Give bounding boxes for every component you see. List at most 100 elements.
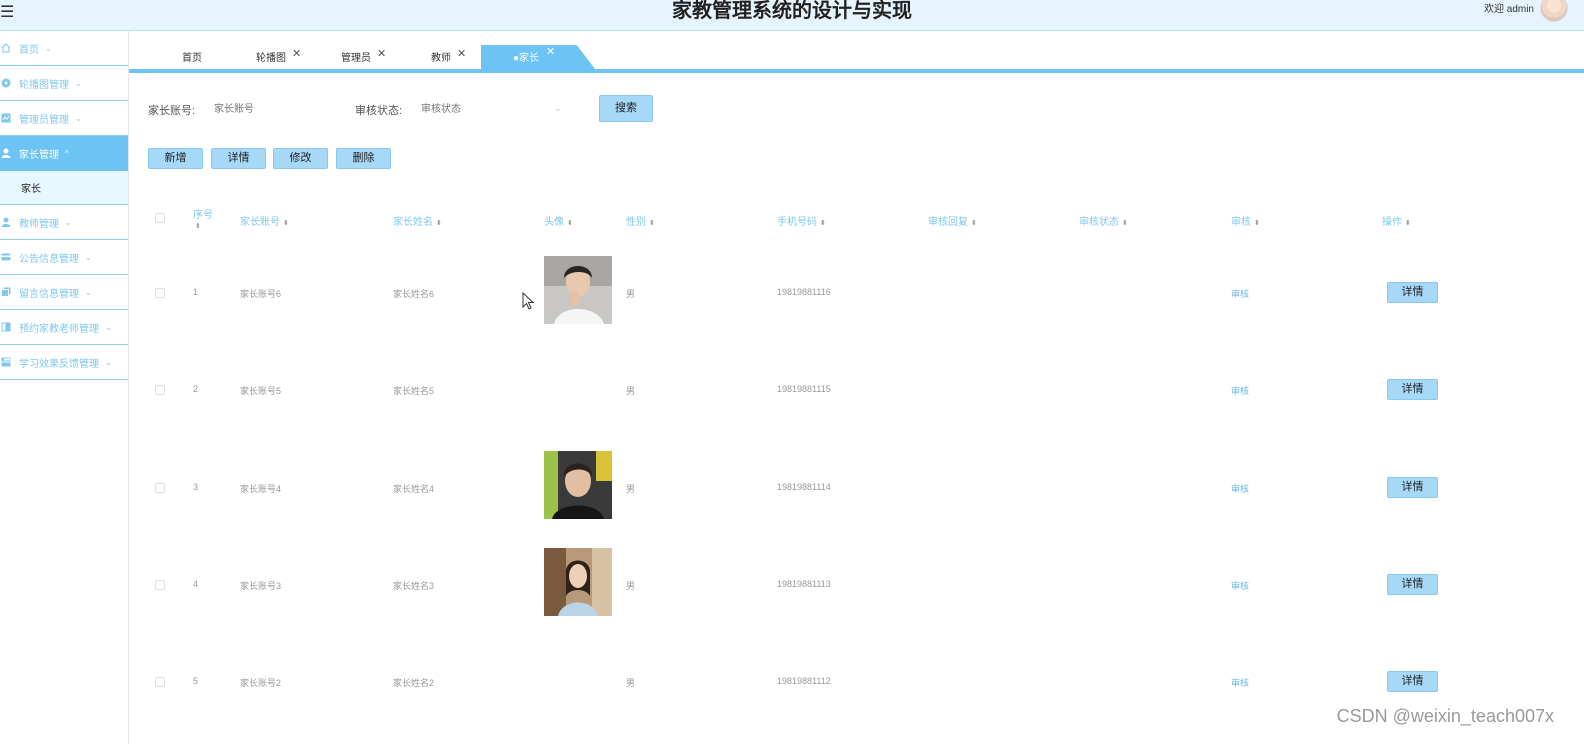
row-checkbox[interactable] [155, 677, 165, 687]
sidebar-item-parent[interactable]: 家长管理 ^ [0, 136, 128, 171]
tabs-bar: 首页 轮播图 ✕ 管理员 ✕ 教师 ✕ ●家长 ✕ [129, 31, 1584, 73]
row-checkbox[interactable] [155, 385, 165, 395]
sidebar-item-admin[interactable]: 管理员管理 ⌄ [0, 101, 128, 136]
detail-button[interactable]: 详情 [211, 148, 266, 169]
search-button[interactable]: 搜索 [599, 95, 653, 122]
list-icon [1, 357, 11, 367]
sidebar-item-carousel[interactable]: 轮播图管理 ⌄ [0, 66, 128, 101]
user-icon [1, 148, 11, 158]
sidebar-item-message[interactable]: 留言信息管理 ⌄ [0, 275, 128, 310]
row-checkbox[interactable] [155, 288, 165, 298]
review-link[interactable]: 审核 [1231, 482, 1249, 495]
delete-button[interactable]: 删除 [336, 148, 391, 169]
chevron-down-icon: ⌄ [75, 78, 82, 88]
column-header-review-reply[interactable]: 审核回复 ⬍ [928, 213, 977, 228]
cell-index: 2 [193, 384, 199, 394]
sort-icon: ⬍ [436, 220, 442, 227]
message-icon [1, 287, 11, 297]
avatar-image[interactable] [544, 256, 612, 324]
chevron-down-icon: ⌄ [85, 252, 92, 262]
tab-teacher[interactable]: 教师 ✕ [431, 48, 466, 64]
sidebar-item-teacher[interactable]: 教师管理 ⌄ [0, 205, 128, 240]
sidebar-subitem-parent[interactable]: 家长 [0, 171, 128, 205]
header-label: 性别 [626, 217, 646, 228]
sidebar-item-home[interactable]: 首页 ⌄ [0, 31, 128, 66]
tab-label: 管理员 [341, 53, 371, 64]
tab-carousel[interactable]: 轮播图 ✕ [256, 48, 301, 64]
status-filter-select[interactable] [421, 102, 551, 116]
row-checkbox[interactable] [155, 483, 165, 493]
column-header-gender[interactable]: 性别 ⬍ [626, 213, 655, 228]
cell-phone: 19819881116 [777, 287, 831, 297]
tab-admin[interactable]: 管理员 ✕ [341, 48, 386, 64]
tab-label: 轮播图 [256, 53, 286, 64]
row-detail-button[interactable]: 详情 [1387, 574, 1438, 595]
edit-button[interactable]: 修改 [273, 148, 328, 169]
review-link[interactable]: 审核 [1231, 287, 1249, 300]
row-detail-button[interactable]: 详情 [1387, 282, 1438, 303]
close-icon[interactable]: ✕ [457, 48, 466, 60]
chevron-down-icon: ⌄ [45, 43, 52, 53]
sidebar-item-label: 轮播图管理 [19, 79, 69, 91]
column-header-avatar[interactable]: 头像 ⬍ [544, 213, 573, 228]
close-icon[interactable]: ✕ [292, 48, 301, 60]
review-link[interactable]: 审核 [1231, 579, 1249, 592]
column-header-name[interactable]: 家长姓名 ⬍ [393, 213, 442, 228]
review-link[interactable]: 审核 [1231, 676, 1249, 689]
header-label: 家长姓名 [393, 217, 433, 228]
account-filter-input[interactable] [214, 102, 334, 116]
header-label: 审核回复 [928, 217, 968, 228]
select-all-checkbox[interactable] [155, 213, 165, 223]
cell-name: 家长姓名2 [393, 678, 435, 688]
tab-home[interactable]: 首页 [182, 49, 202, 64]
sidebar-item-label: 学习效果反馈管理 [19, 358, 99, 370]
row-detail-button[interactable]: 详情 [1387, 477, 1438, 498]
sidebar-item-notice[interactable]: 公告信息管理 ⌄ [0, 240, 128, 275]
watermark: CSDN @weixin_teach007x [1336, 706, 1554, 726]
sort-icon[interactable]: ⬍ [195, 222, 201, 230]
chevron-down-icon: ⌄ [105, 322, 112, 332]
account-filter-label: 家长账号: [148, 105, 196, 117]
header-label: 序号 [193, 210, 213, 221]
add-button[interactable]: 新增 [148, 148, 203, 169]
sort-icon: ⬍ [649, 220, 655, 227]
carousel-icon [1, 78, 11, 88]
column-header-review-status[interactable]: 审核状态 ⬍ [1079, 213, 1128, 228]
sort-icon: ⬍ [1254, 220, 1260, 227]
cell-phone: 19819881113 [777, 579, 831, 589]
chevron-down-icon: ⌄ [105, 357, 112, 367]
column-header-operation[interactable]: 操作 ⬍ [1382, 213, 1411, 228]
book-icon [1, 322, 11, 332]
sidebar-item-label: 预约家教老师管理 [19, 323, 99, 335]
chevron-down-icon: ⌄ [65, 217, 72, 227]
welcome-text: 欢迎 admin [1483, 4, 1534, 15]
review-link[interactable]: 审核 [1231, 384, 1249, 397]
sort-icon: ⬍ [1405, 220, 1411, 227]
admin-icon [1, 113, 11, 123]
cell-index: 1 [193, 287, 199, 297]
close-icon[interactable]: ✕ [377, 48, 386, 60]
cell-account: 家长账号2 [240, 678, 282, 688]
home-icon [1, 43, 11, 53]
row-checkbox[interactable] [155, 580, 165, 590]
column-header-phone[interactable]: 手机号码 ⬍ [777, 213, 826, 228]
column-header-review[interactable]: 审核 ⬍ [1231, 213, 1260, 228]
column-header-index[interactable]: 序号 [193, 206, 213, 221]
row-detail-button[interactable]: 详情 [1387, 379, 1438, 400]
row-detail-button[interactable]: 详情 [1387, 671, 1438, 692]
avatar-image[interactable] [544, 548, 612, 616]
mouse-cursor-icon [522, 292, 534, 310]
cell-account: 家长账号6 [240, 289, 282, 299]
chevron-up-icon: ^ [65, 148, 69, 158]
cell-name: 家长姓名3 [393, 581, 435, 591]
column-header-account[interactable]: 家长账号 ⬍ [240, 213, 289, 228]
header-label: 审核 [1231, 217, 1251, 228]
sidebar-item-feedback[interactable]: 学习效果反馈管理 ⌄ [0, 345, 128, 380]
close-icon[interactable]: ✕ [546, 45, 555, 58]
sidebar-item-label: 公告信息管理 [19, 253, 79, 265]
cell-index: 3 [193, 482, 199, 492]
avatar-image[interactable] [544, 451, 612, 519]
header-label: 审核状态 [1079, 217, 1119, 228]
chevron-down-icon: ⌄ [75, 113, 82, 123]
sidebar-item-booking[interactable]: 预约家教老师管理 ⌄ [0, 310, 128, 345]
